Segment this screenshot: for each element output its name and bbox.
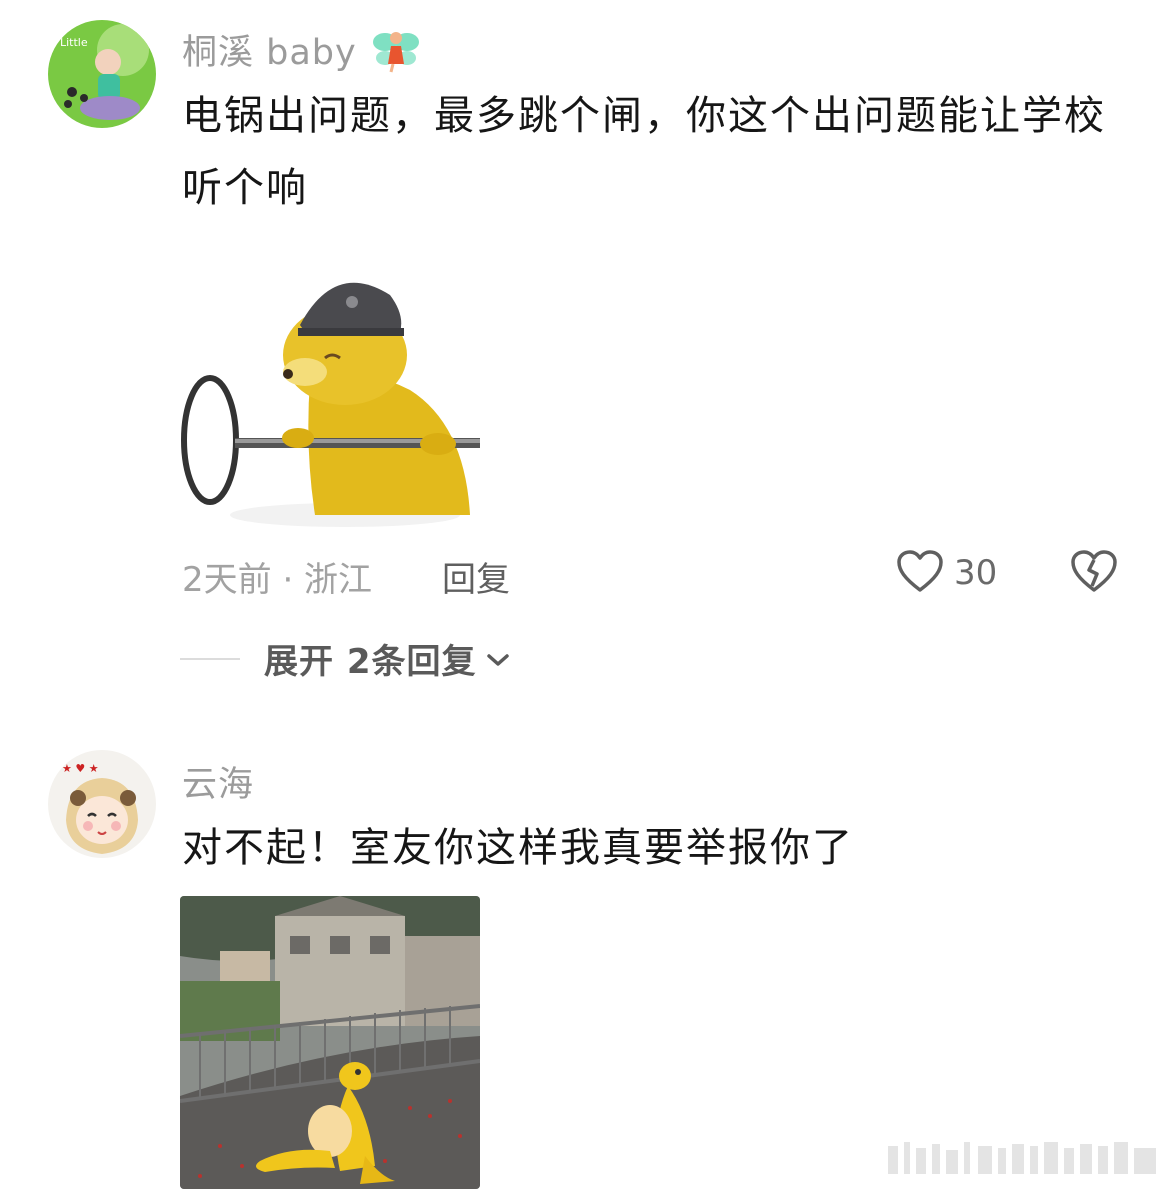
username[interactable]: 桐溪 baby: [182, 24, 421, 83]
like-button[interactable]: 30: [896, 548, 997, 598]
watermark: [888, 1138, 1160, 1178]
like-count: 30: [954, 553, 998, 593]
dislike-button[interactable]: [1070, 548, 1118, 598]
doge-helmet-sticker[interactable]: [180, 240, 480, 530]
comment-meta: 2天前 · 浙江: [182, 560, 373, 600]
avatar[interactable]: ★ ♥ ★: [48, 750, 156, 858]
reply-button[interactable]: 回复: [442, 552, 510, 601]
comment-text: 电锅出问题，最多跳个闸，你这个出问题能让学校听个响: [182, 93, 1106, 211]
comment-text: 对不起！室友你这样我真要举报你了: [182, 825, 854, 871]
svg-text:Little: Little: [60, 36, 88, 49]
avatar[interactable]: Little: [48, 20, 156, 128]
chevron-down-icon: [485, 651, 511, 673]
yellow-toy-street-sticker[interactable]: [180, 896, 480, 1189]
username[interactable]: 云海: [182, 756, 254, 807]
fairy-emoji-icon: [371, 26, 421, 83]
expand-replies-button[interactable]: 展开 2条回复: [180, 634, 511, 683]
heart-icon: [896, 548, 944, 598]
divider: [180, 657, 240, 660]
broken-heart-icon: [1070, 550, 1118, 598]
svg-text:★ ♥ ★: ★ ♥ ★: [62, 762, 99, 775]
expand-replies-label: 展开 2条回复: [264, 642, 477, 682]
